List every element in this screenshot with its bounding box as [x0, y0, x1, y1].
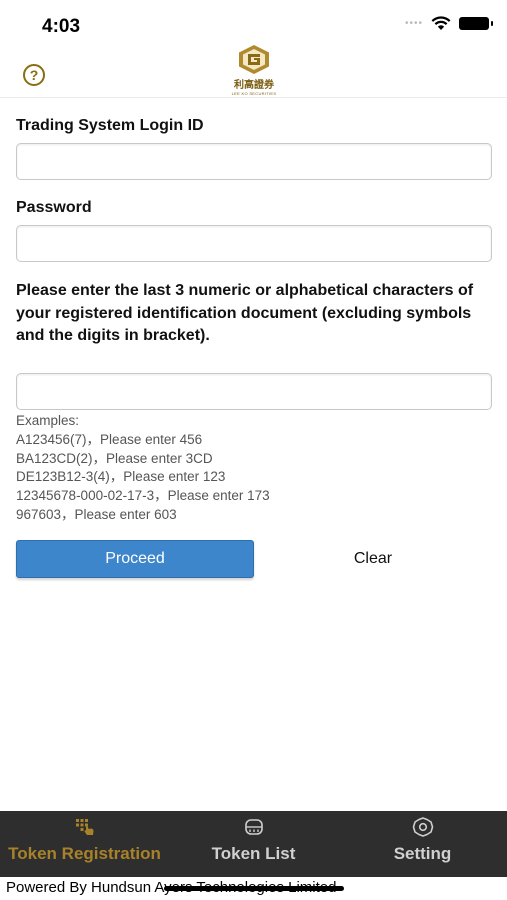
- password-label: Password: [16, 199, 92, 216]
- app-header: ? 利高證券 LEE KO SECURITIES: [0, 44, 507, 98]
- example-line: 12345678-000-02-17-3，Please enter 173: [16, 488, 270, 504]
- logo-name: 利高證券: [234, 80, 274, 91]
- status-icons: ••••: [404, 16, 493, 31]
- id-instructions: Please enter the last 3 numeric or alpha…: [16, 282, 474, 344]
- logo-mark-icon: [239, 45, 269, 74]
- tab-label: Token List: [211, 844, 296, 863]
- login-id-label: Trading System Login ID: [16, 117, 204, 134]
- password-input[interactable]: [16, 225, 492, 262]
- tab-token-registration[interactable]: Token Registration: [0, 811, 169, 877]
- home-indicator: [164, 886, 344, 891]
- tab-label: Setting: [393, 844, 452, 863]
- example-line: DE123B12-3(4)，Please enter 123: [16, 469, 226, 485]
- examples-block: Examples: A123456(7)，Please enter 456 BA…: [16, 412, 270, 525]
- clear-button[interactable]: Clear: [254, 540, 492, 578]
- wifi-icon: [431, 16, 451, 30]
- help-circle-icon[interactable]: ?: [23, 64, 45, 86]
- status-time: 4:03: [42, 16, 81, 37]
- keypad-hand-icon: [0, 817, 169, 837]
- id-characters-input[interactable]: [16, 373, 492, 410]
- company-logo: 利高證券 LEE KO SECURITIES: [226, 44, 282, 96]
- example-line: A123456(7)，Please enter 456: [16, 431, 203, 447]
- login-id-input[interactable]: [16, 143, 492, 180]
- bottom-tab-bar: Token Registration Token List Setting: [0, 811, 507, 877]
- battery-icon: [459, 17, 493, 30]
- status-bar: 4:03 ••••: [0, 0, 507, 50]
- gear-icon: [338, 817, 507, 837]
- tab-setting[interactable]: Setting: [338, 811, 507, 877]
- tab-label: Token Registration: [8, 844, 161, 863]
- example-line: BA123CD(2)，Please enter 3CD: [16, 450, 213, 466]
- logo-subtitle: LEE KO SECURITIES: [231, 91, 277, 96]
- proceed-button[interactable]: Proceed: [16, 540, 254, 578]
- examples-title: Examples:: [16, 413, 80, 428]
- signal-icon: ••••: [404, 18, 423, 29]
- example-line: 967603，Please enter 603: [16, 506, 177, 522]
- token-device-icon: [169, 817, 338, 837]
- tab-token-list[interactable]: Token List: [169, 811, 338, 877]
